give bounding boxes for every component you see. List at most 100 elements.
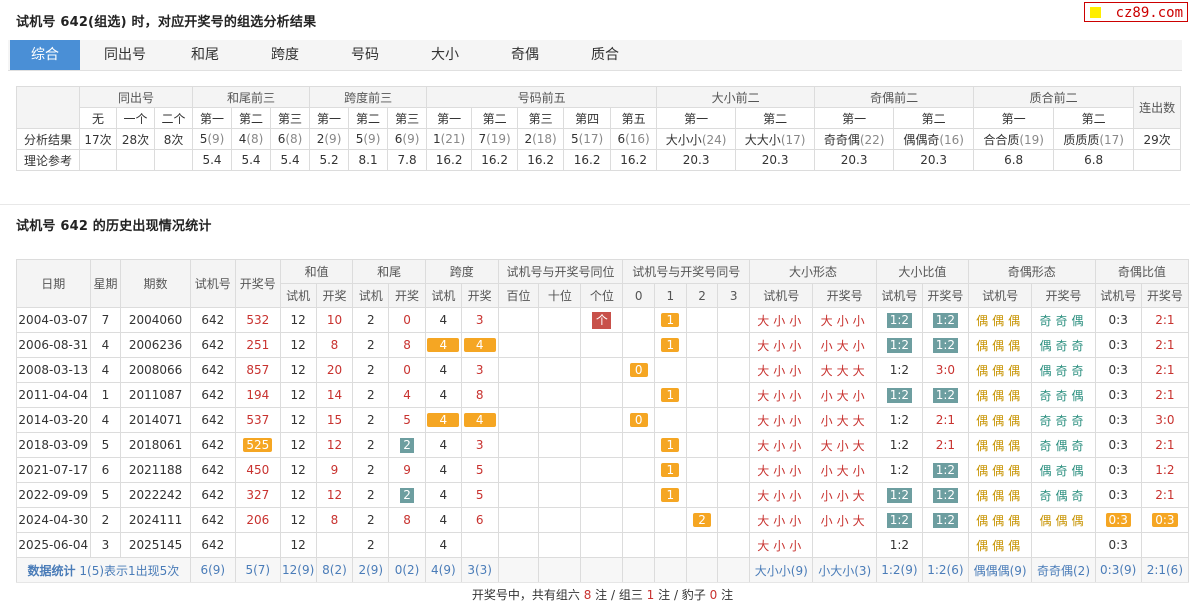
tail-draw-cell: 2 bbox=[388, 432, 426, 458]
odd-shape: 偶偶偶 bbox=[976, 463, 1025, 478]
sum-draw-cell: 9 bbox=[315, 457, 354, 483]
reference-cell: 16.2 bbox=[471, 149, 519, 171]
odd-test-cell: 偶偶偶 bbox=[967, 532, 1033, 558]
tab-sum-tail[interactable]: 和尾 bbox=[170, 40, 240, 70]
span-test-cell: 4 bbox=[424, 307, 462, 333]
result-cell: 5(9) bbox=[348, 128, 389, 150]
stats-note: 1(5)表示1出现5次 bbox=[79, 563, 180, 578]
position-cell bbox=[497, 457, 540, 483]
reference-cell: 20.3 bbox=[814, 149, 895, 171]
odd-ratio-test-cell: 0:3 bbox=[1094, 407, 1142, 433]
sum-test-cell: 12 bbox=[279, 482, 317, 508]
odd-ratio: 2:1 bbox=[1155, 313, 1175, 327]
same-number-cell bbox=[622, 457, 656, 483]
draw-number-cell: 532 bbox=[234, 307, 281, 333]
odd-ratio: 0:3 bbox=[1108, 338, 1128, 352]
reference-cell: 8.1 bbox=[348, 149, 389, 171]
group-header: 大小比值 bbox=[875, 259, 969, 284]
same-number-cell bbox=[622, 382, 656, 408]
size-ratio: 1:2 bbox=[932, 387, 959, 403]
odd-draw-cell: 奇奇偶 bbox=[1031, 382, 1096, 408]
span-test: 4 bbox=[439, 488, 448, 502]
sum-test-cell: 12 bbox=[279, 407, 317, 433]
sub-header: 百位 bbox=[497, 283, 540, 308]
same-number-cell bbox=[654, 532, 687, 558]
odd-test-cell: 偶偶偶 bbox=[967, 357, 1033, 383]
test-number-cell: 642 bbox=[189, 382, 236, 408]
same-number-cell: 1 bbox=[654, 382, 687, 408]
date-cell: 2006-08-31 bbox=[16, 332, 91, 358]
stats-cell: 12(9) bbox=[279, 557, 317, 583]
tail-draw: 8 bbox=[403, 338, 411, 352]
size-ratio-test-cell: 1:2 bbox=[875, 432, 923, 458]
reference-cell: 5.4 bbox=[192, 149, 233, 171]
odd-draw-cell: 偶偶偶 bbox=[1031, 507, 1096, 533]
odd-shape: 奇偶奇 bbox=[1039, 438, 1088, 453]
position-cell bbox=[580, 457, 624, 483]
group-header: 大小形态 bbox=[749, 259, 877, 284]
tail-draw: 8 bbox=[403, 513, 411, 527]
odd-shape: 偶奇奇 bbox=[1039, 338, 1088, 353]
tab-overview[interactable]: 综合 bbox=[10, 40, 80, 70]
tab-size[interactable]: 大小 bbox=[410, 40, 480, 70]
reference-cell bbox=[1133, 149, 1182, 171]
result-count: (18) bbox=[532, 132, 557, 146]
position-cell bbox=[538, 357, 582, 383]
site-logo[interactable]: cz89.com bbox=[1084, 2, 1188, 22]
result-value: 29次 bbox=[1143, 132, 1171, 147]
result-count: (16) bbox=[625, 132, 650, 146]
span-test: 4 bbox=[439, 513, 448, 527]
odd-ratio: 0:3 bbox=[1108, 388, 1128, 402]
sub-header: 十位 bbox=[538, 283, 582, 308]
same-number-cell bbox=[622, 307, 656, 333]
same-number-cell: 2 bbox=[685, 507, 719, 533]
odd-ratio: 2:1 bbox=[1155, 488, 1175, 502]
result-cell: 6(16) bbox=[610, 128, 658, 150]
size-draw-cell: 大小大 bbox=[812, 432, 877, 458]
stats-cell bbox=[622, 557, 656, 583]
same-number-cell bbox=[685, 332, 719, 358]
odd-shape: 偶偶偶 bbox=[976, 313, 1025, 328]
size-shape: 大小小 bbox=[757, 463, 806, 478]
sub-header: 试机 bbox=[424, 283, 462, 308]
position-cell bbox=[538, 307, 582, 333]
tab-prime-composite[interactable]: 质合 bbox=[570, 40, 640, 70]
tail-draw-cell: 8 bbox=[388, 507, 426, 533]
sub-header: 试机号 bbox=[749, 283, 814, 308]
tab-number[interactable]: 号码 bbox=[330, 40, 400, 70]
tail-test-cell: 2 bbox=[352, 307, 390, 333]
stats-cell: 1:2(6) bbox=[921, 557, 969, 583]
tab-odd-even[interactable]: 奇偶 bbox=[490, 40, 560, 70]
table-row: 2014-03-20 4 2014071 642 537 12 15 2 5 4 4 0 大小小 小大大 1… bbox=[16, 407, 1190, 433]
position-cell bbox=[580, 507, 624, 533]
span-draw: 4 bbox=[463, 338, 496, 352]
table-row: 2025-06-04 3 2025145 642 12 2 4 大小小 1:2 偶偶偶 0:3 bbox=[16, 532, 1190, 558]
sub-header: 第一 bbox=[814, 107, 895, 129]
odd-ratio-draw-cell: 2:1 bbox=[1140, 482, 1190, 508]
tab-span[interactable]: 跨度 bbox=[250, 40, 320, 70]
draw-number-cell: 525 bbox=[234, 432, 281, 458]
weekday-cell: 5 bbox=[89, 432, 122, 458]
span-draw-cell: 6 bbox=[460, 507, 499, 533]
size-draw-cell: 小大小 bbox=[812, 457, 877, 483]
odd-ratio: 2:1 bbox=[1155, 388, 1175, 402]
test-number-cell: 642 bbox=[189, 507, 236, 533]
result-cell: 5(9) bbox=[192, 128, 233, 150]
size-test-cell: 大小小 bbox=[749, 332, 814, 358]
odd-ratio-draw-cell: 2:1 bbox=[1140, 432, 1190, 458]
size-shape: 大小小 bbox=[757, 438, 806, 453]
draw-number: 525 bbox=[243, 438, 273, 452]
tab-same-number[interactable]: 同出号 bbox=[90, 40, 160, 70]
odd-ratio: 2:1 bbox=[1155, 438, 1175, 452]
sub-header: 二个 bbox=[153, 107, 194, 129]
size-ratio: 2:1 bbox=[935, 438, 956, 452]
same-number-count: 1 bbox=[661, 338, 680, 352]
stats-cell: 2:1(6) bbox=[1140, 557, 1190, 583]
sub-header: 开奖 bbox=[388, 283, 426, 308]
same-number-cell bbox=[654, 507, 687, 533]
odd-ratio-draw-cell: 3:0 bbox=[1140, 407, 1190, 433]
span-test: 4 bbox=[427, 338, 460, 352]
result-cell: 质质质(17) bbox=[1053, 128, 1135, 150]
size-ratio: 1:2 bbox=[886, 487, 913, 503]
odd-test-cell: 偶偶偶 bbox=[967, 382, 1033, 408]
